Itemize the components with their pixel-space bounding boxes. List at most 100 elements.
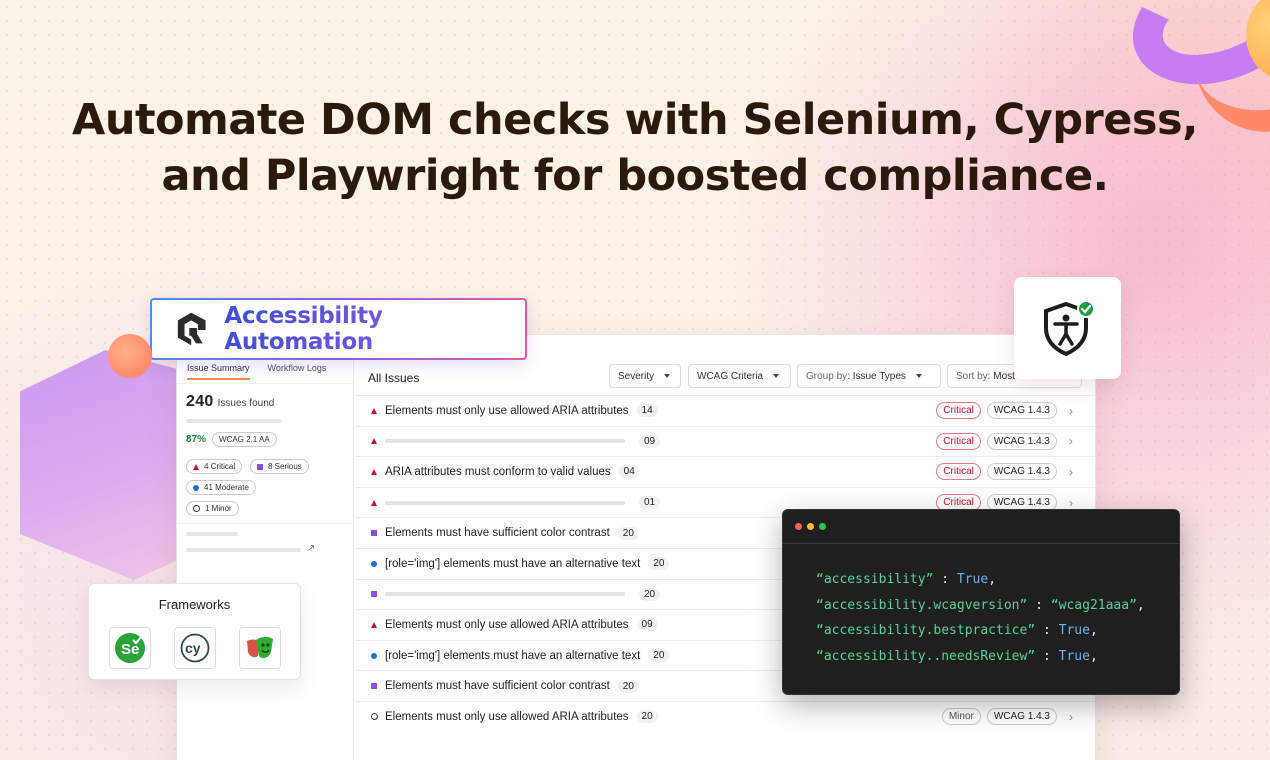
chevron-right-icon[interactable]: › — [1069, 465, 1073, 479]
accessibility-badge-card — [1014, 277, 1121, 379]
critical-icon — [193, 463, 199, 470]
serious-icon — [371, 530, 377, 537]
product-title: Accessibility Automation — [224, 303, 525, 355]
wcag-filter-label: WCAG Criteria — [697, 370, 764, 382]
minor-icon — [193, 505, 200, 512]
chevron-right-icon[interactable]: › — [1069, 404, 1073, 418]
issues-count: 240 — [186, 393, 214, 410]
issue-meta: Minor WCAG 1.4.3 › — [941, 708, 1073, 726]
group-by-select[interactable]: Group by: Issue Types — [797, 364, 941, 388]
critical-icon — [371, 438, 377, 445]
cypress-icon: cy — [180, 633, 210, 663]
external-link-icon[interactable]: ↗ — [307, 543, 315, 554]
selenium-logo[interactable]: Se — [109, 627, 151, 669]
serious-icon — [257, 463, 263, 470]
sort-by-prefix: Sort by: — [956, 370, 991, 382]
chevron-right-icon[interactable]: › — [1069, 434, 1073, 448]
all-issues-title: All Issues — [368, 371, 420, 385]
issue-count: 04 — [618, 465, 640, 479]
issue-count: 20 — [648, 649, 670, 663]
wcag-badge: WCAG 1.4.3 — [986, 463, 1057, 481]
playwright-logo[interactable] — [239, 627, 281, 669]
code-line: “accessibility” : True, — [816, 572, 997, 587]
minor-icon — [370, 713, 378, 721]
severity-minor-pill[interactable]: 1 Minor — [186, 501, 239, 516]
severity-filter-label: Severity — [618, 370, 655, 382]
severity-moderate-pill[interactable]: 41 Moderate — [186, 480, 256, 495]
issue-title: Elements must have sufficient color cont… — [385, 680, 610, 693]
chevron-right-icon[interactable]: › — [1069, 496, 1073, 510]
issue-count: 20 — [639, 587, 661, 601]
issue-title: Elements must only use allowed ARIA attr… — [385, 710, 629, 723]
severity-critical-pill[interactable]: 4 Critical — [186, 459, 243, 474]
serious-icon — [371, 591, 377, 598]
group-by-prefix: Group by: — [806, 370, 850, 382]
frameworks-title: Frameworks — [158, 597, 231, 612]
serious-severity-icon — [369, 530, 379, 537]
code-line: “accessibility.wcagversion” : “wcag21aaa… — [816, 597, 1145, 613]
moderate-severity-icon — [369, 560, 379, 567]
tab-issue-summary[interactable]: Issue Summary — [187, 363, 250, 380]
sort-by-value: Most — [993, 370, 1015, 382]
critical-severity-icon — [369, 468, 379, 475]
moderate-icon — [371, 652, 377, 659]
close-dot-icon[interactable] — [795, 523, 802, 530]
issue-meta: Critical WCAG 1.4.3 › — [936, 402, 1073, 420]
window-titlebar — [783, 510, 1179, 544]
serious-severity-icon — [369, 683, 379, 690]
code-line: “accessibility.bestpractice” : True, — [816, 623, 1098, 638]
severity-badge: Critical — [936, 402, 981, 420]
text-placeholder — [186, 532, 238, 536]
headline-line-2: and Playwright for boosted compliance. — [161, 151, 1109, 201]
issue-summary-sidebar: Issue Summary Workflow Logs 240 Issues fo… — [177, 335, 354, 760]
minor-severity-icon — [369, 713, 379, 721]
critical-icon — [371, 468, 377, 475]
issue-count: 01 — [639, 496, 661, 510]
maximize-dot-icon[interactable] — [819, 523, 826, 530]
issue-row[interactable]: ARIA attributes must conform to valid va… — [355, 456, 1095, 487]
severity-badge: Critical — [936, 432, 981, 450]
issue-title: Elements must only use allowed ARIA attr… — [385, 618, 629, 631]
accessibility-shield-icon — [1043, 300, 1095, 357]
critical-severity-icon — [369, 407, 379, 414]
progress-placeholder — [186, 419, 281, 423]
critical-severity-icon — [369, 438, 379, 445]
severity-critical-label: 4 Critical — [204, 462, 236, 471]
chevron-down-icon — [915, 374, 922, 378]
minimize-dot-icon[interactable] — [807, 523, 814, 530]
chevron-right-icon[interactable]: › — [1069, 710, 1073, 724]
code-line: “accessibility..needsReview” : True, — [816, 648, 1098, 664]
moderate-severity-icon — [369, 652, 379, 659]
issue-title: ARIA attributes must conform to valid va… — [385, 465, 611, 478]
group-by-value: Issue Types — [852, 370, 906, 382]
issue-row[interactable]: Elements must only use allowed ARIA attr… — [355, 700, 1095, 732]
issue-count: 20 — [648, 557, 670, 571]
severity-badge: Critical — [936, 463, 981, 481]
serious-icon — [371, 683, 377, 690]
sidebar-tabs: Issue Summary Workflow Logs — [187, 363, 326, 380]
severity-moderate-label: 41 Moderate — [204, 483, 249, 492]
wcag-filter[interactable]: WCAG Criteria — [688, 364, 791, 388]
critical-icon — [371, 407, 377, 414]
compliance-score: 87% WCAG 2.1 AA — [186, 432, 277, 447]
code-config-window: “accessibility” : True, “accessibility.w… — [782, 509, 1180, 695]
critical-icon — [371, 499, 377, 506]
issue-count: 14 — [636, 404, 658, 418]
issue-meta: Critical WCAG 1.4.3 › — [936, 432, 1073, 450]
severity-serious-pill[interactable]: 8 Serious — [250, 459, 309, 474]
critical-icon — [371, 621, 377, 628]
issue-title-placeholder — [385, 500, 625, 505]
issue-title: Elements must only use allowed ARIA attr… — [385, 404, 629, 417]
issue-title-placeholder — [385, 592, 625, 597]
issue-row[interactable]: Elements must only use allowed ARIA attr… — [355, 395, 1095, 426]
issues-label: Issues found — [217, 398, 275, 409]
wcag-badge: WCAG 1.4.3 — [986, 708, 1057, 726]
tab-workflow-logs[interactable]: Workflow Logs — [268, 363, 327, 380]
severity-filter[interactable]: Severity — [609, 364, 681, 388]
issue-row[interactable]: 09 Critical WCAG 1.4.3 › — [355, 425, 1095, 457]
cypress-logo[interactable]: cy — [174, 627, 216, 669]
product-logo-card: Accessibility Automation — [150, 298, 527, 360]
severity-minor-label: 1 Minor — [205, 504, 232, 513]
issue-count: 09 — [639, 434, 661, 448]
issue-count: 20 — [617, 679, 639, 693]
